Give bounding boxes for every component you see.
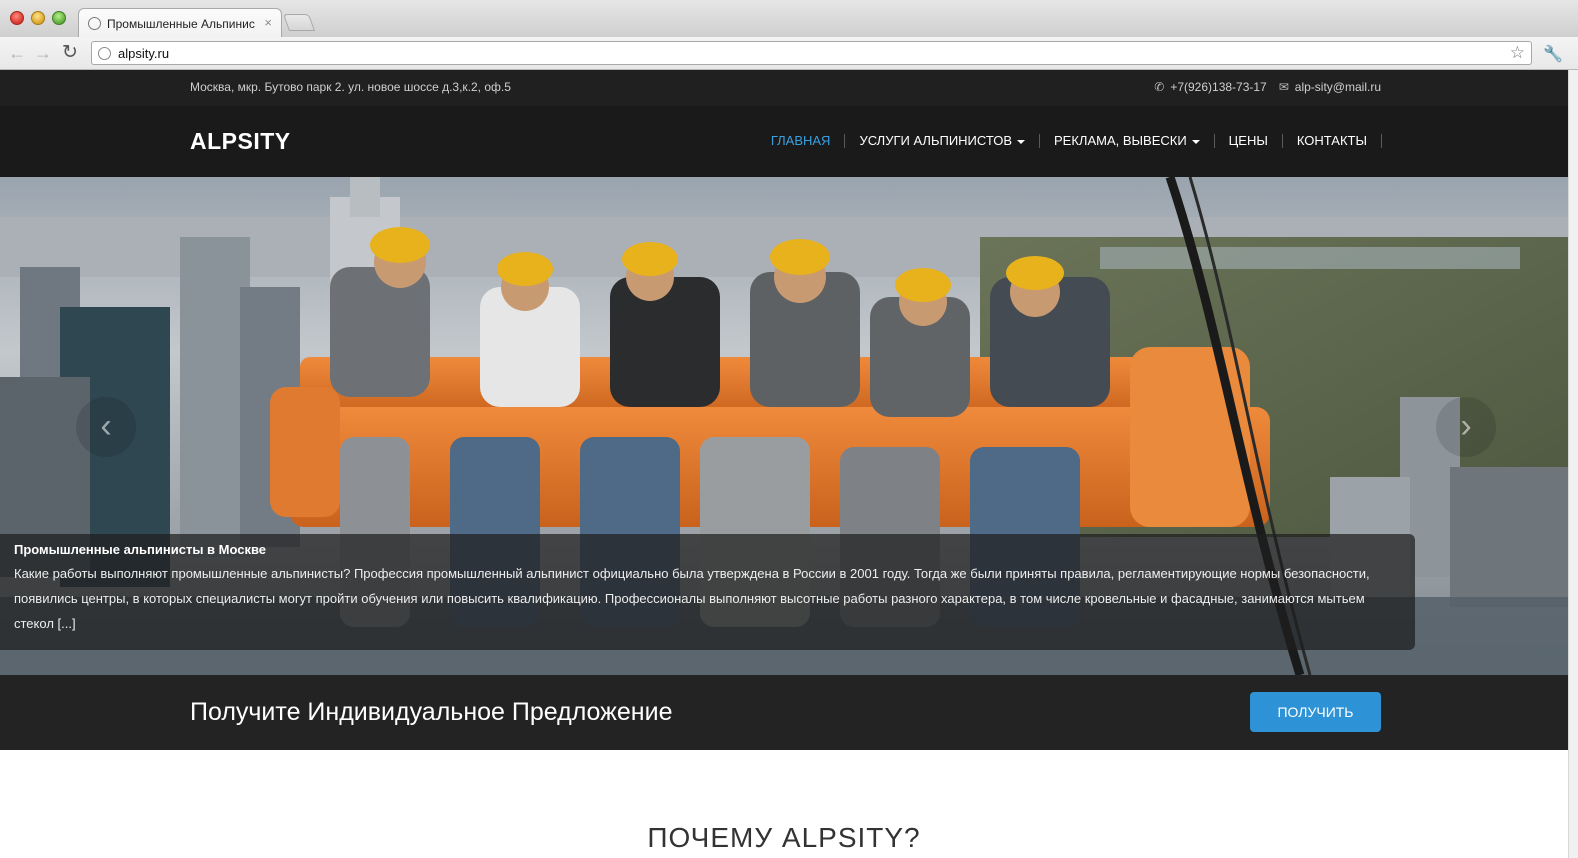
site-header: ALPSITY ГЛАВНАЯ УСЛУГИ АЛЬПИНИСТОВ РЕКЛА…	[0, 106, 1578, 177]
offer-text: Получите Индивидуальное Предложение	[190, 698, 673, 726]
get-offer-button[interactable]: ПОЛУЧИТЬ	[1250, 692, 1381, 732]
minimize-window-button[interactable]	[31, 11, 45, 25]
contact-info: ✆ +7(926)138-73-17 ✉ alp-sity@mail.ru	[1154, 80, 1381, 94]
phone-icon: ✆	[1154, 80, 1165, 94]
wrench-icon[interactable]: 🔧	[1543, 44, 1563, 64]
caret-down-icon	[1191, 139, 1200, 144]
top-contact-bar: Москва, мкр. Бутово парк 2. ул. новое шо…	[0, 70, 1578, 106]
slide-caption: Промышленные альпинисты в Москве Какие р…	[0, 534, 1415, 650]
browser-toolbar: ← → ↻ alpsity.ru ☆ 🔧	[0, 37, 1578, 70]
address-bar[interactable]: alpsity.ru ☆	[91, 41, 1532, 65]
browser-tab-strip: Промышленные Альпинист ×	[0, 0, 1578, 37]
phone-text[interactable]: +7(926)138-73-17	[1170, 80, 1266, 94]
address-text: Москва, мкр. Бутово парк 2. ул. новое шо…	[190, 80, 511, 94]
forward-icon[interactable]: →	[34, 43, 52, 63]
section-heading: ПОЧЕМУ ALPSITY?	[647, 822, 921, 853]
window-scrollbar[interactable]	[1568, 70, 1578, 858]
menu-item-contacts[interactable]: КОНТАКТЫ	[1283, 133, 1381, 148]
tab-close-icon[interactable]: ×	[264, 15, 272, 30]
tab-title: Промышленные Альпинист	[107, 17, 255, 31]
caption-title[interactable]: Промышленные альпинисты в Москве	[14, 542, 1401, 557]
offer-band: Получите Индивидуальное Предложение ПОЛУ…	[0, 675, 1568, 750]
site-logo[interactable]: ALPSITY	[190, 128, 291, 155]
close-window-button[interactable]	[10, 11, 24, 25]
star-icon[interactable]: ☆	[1510, 43, 1525, 63]
mail-icon: ✉	[1278, 80, 1289, 94]
slider-prev-arrow[interactable]: ‹	[76, 397, 136, 457]
menu-item-advertising-label: РЕКЛАМА, ВЫВЕСКИ	[1054, 133, 1187, 148]
globe-icon	[88, 17, 101, 30]
menu-item-advertising[interactable]: РЕКЛАМА, ВЫВЕСКИ	[1040, 133, 1214, 148]
menu-item-prices[interactable]: ЦЕНЫ	[1215, 133, 1282, 148]
menu-item-services-label: УСЛУГИ АЛЬПИНИСТОВ	[859, 133, 1012, 148]
slider-next-arrow[interactable]: ›	[1436, 397, 1496, 457]
zoom-window-button[interactable]	[52, 11, 66, 25]
globe-icon	[98, 47, 111, 60]
url-text[interactable]: alpsity.ru	[118, 46, 169, 61]
browser-tab[interactable]: Промышленные Альпинист ×	[78, 8, 282, 37]
email-link[interactable]: alp-sity@mail.ru	[1295, 80, 1381, 94]
menu-item-home[interactable]: ГЛАВНАЯ	[757, 133, 845, 148]
menu-item-services[interactable]: УСЛУГИ АЛЬПИНИСТОВ	[845, 133, 1039, 148]
menu-divider	[1381, 133, 1382, 148]
caret-down-icon	[1017, 139, 1025, 144]
hero-slider: ‹ › Промышленные альпинисты в Москве Как…	[0, 177, 1568, 675]
caption-text: Какие работы выполняют промышленные альп…	[14, 566, 1370, 631]
main-menu: ГЛАВНАЯ УСЛУГИ АЛЬПИНИСТОВ РЕКЛАМА, ВЫВЕ…	[757, 133, 1382, 148]
back-icon[interactable]: ←	[8, 43, 26, 63]
new-tab-button[interactable]	[282, 14, 316, 31]
reload-icon[interactable]: ↻	[62, 43, 78, 63]
